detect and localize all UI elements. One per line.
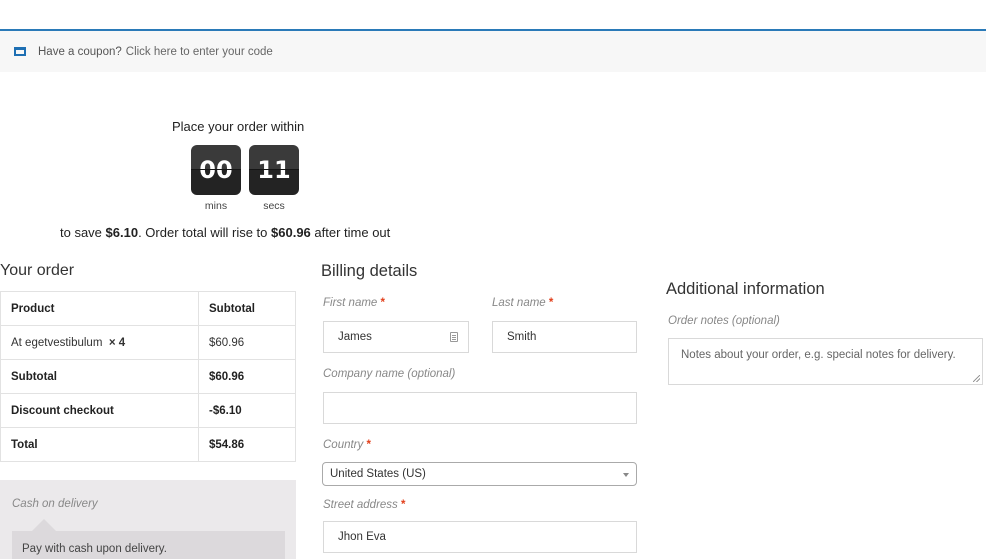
coupon-notice: Have a coupon? Click here to enter your … — [0, 29, 986, 72]
item-quantity: × 4 — [108, 336, 126, 349]
first-name-value: James — [338, 331, 372, 343]
street-label-text: Street address — [323, 499, 398, 511]
save-middle: . Order total will rise to — [138, 225, 272, 240]
order-notes-textarea[interactable]: Notes about your order, e.g. special not… — [668, 338, 983, 385]
chevron-down-icon — [623, 473, 629, 477]
order-notes-label: Order notes (optional) — [668, 315, 780, 327]
countdown-timer: 00 mins 11 secs — [191, 145, 299, 212]
table-header-row: Product Subtotal — [0, 291, 296, 326]
item-price: $60.96 — [198, 325, 296, 360]
save-amount: $6.10 — [105, 225, 139, 240]
country-value: United States (US) — [330, 468, 426, 480]
window-icon — [14, 47, 26, 56]
first-name-label-text: First name — [323, 297, 378, 309]
last-name-value: Smith — [507, 331, 537, 343]
minutes-unit: 00 mins — [191, 145, 241, 212]
required-mark: * — [380, 297, 386, 309]
save-prefix: to save — [60, 225, 106, 240]
subtotal-header: Subtotal — [198, 291, 296, 326]
table-row: Subtotal $60.96 — [0, 359, 296, 394]
last-name-label-text: Last name — [492, 297, 546, 309]
discount-value: -$6.10 — [198, 393, 296, 428]
product-header: Product — [0, 291, 199, 326]
resize-handle-icon[interactable] — [973, 375, 980, 382]
required-mark: * — [548, 297, 554, 309]
item-name: At egetvestibulum — [11, 336, 103, 349]
payment-method-cod[interactable]: Cash on delivery — [12, 498, 98, 510]
seconds-label: secs — [263, 200, 285, 212]
subtotal-value: $60.96 — [198, 359, 296, 394]
company-label: Company name (optional) — [323, 368, 456, 380]
minutes-digits: 00 — [191, 145, 241, 195]
order-table: Product Subtotal At egetvestibulum × 4 $… — [0, 291, 296, 462]
minutes-label: mins — [204, 200, 228, 212]
country-label-text: Country — [323, 439, 364, 451]
required-mark: * — [366, 439, 371, 451]
total-value: $54.86 — [198, 427, 296, 462]
billing-title: Billing details — [321, 262, 418, 280]
order-notes-placeholder: Notes about your order, e.g. special not… — [681, 349, 956, 361]
total-label: Total — [0, 427, 199, 462]
contact-card-icon[interactable] — [450, 332, 458, 342]
last-name-label: Last name * — [492, 297, 553, 309]
subtotal-label: Subtotal — [0, 359, 199, 394]
street-address-field[interactable]: Jhon Eva — [323, 521, 637, 553]
payment-section: Cash on delivery Pay with cash upon deli… — [0, 480, 296, 559]
company-field[interactable] — [323, 392, 637, 424]
savings-message: to save $6.10. Order total will rise to … — [60, 225, 390, 240]
coupon-prompt: Have a coupon? — [38, 45, 122, 58]
additional-title: Additional information — [666, 280, 825, 298]
table-row: At egetvestibulum × 4 $60.96 — [0, 325, 296, 360]
order-title: Your order — [0, 262, 75, 279]
country-select[interactable]: United States (US) — [322, 462, 637, 486]
item-cell: At egetvestibulum × 4 — [0, 325, 199, 360]
last-name-field[interactable]: Smith — [492, 321, 637, 353]
timer-heading: Place your order within — [172, 119, 305, 134]
save-suffix: after time out — [310, 225, 391, 240]
seconds-unit: 11 secs — [249, 145, 299, 212]
payment-description: Pay with cash upon delivery. — [12, 519, 285, 559]
required-mark: * — [401, 499, 406, 511]
future-total: $60.96 — [271, 225, 311, 240]
table-row: Discount checkout -$6.10 — [0, 393, 296, 428]
discount-label: Discount checkout — [0, 393, 199, 428]
street-label: Street address * — [323, 499, 405, 511]
street-value: Jhon Eva — [338, 531, 386, 543]
first-name-field[interactable]: James — [323, 321, 469, 353]
country-label: Country * — [323, 439, 371, 451]
first-name-label: First name * — [323, 297, 385, 309]
seconds-digits: 11 — [249, 145, 299, 195]
coupon-link[interactable]: Click here to enter your code — [126, 46, 273, 58]
table-row: Total $54.86 — [0, 427, 296, 462]
